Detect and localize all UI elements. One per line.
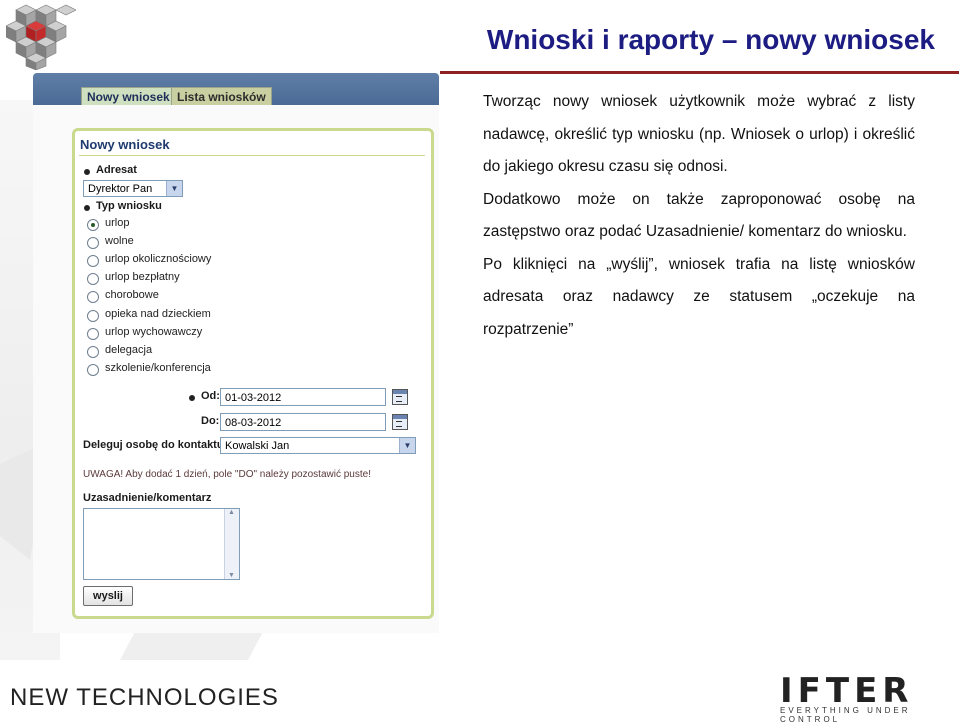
radio-label: szkolenie/konferencja: [105, 362, 211, 374]
bullet-icon: [84, 169, 90, 175]
radio-button[interactable]: [87, 291, 99, 303]
radio-button[interactable]: [87, 310, 99, 322]
heading-divider: [79, 155, 425, 156]
textarea-scrollbar[interactable]: [224, 509, 239, 579]
description-paragraph: Dodatkowo może on także zaproponować oso…: [483, 190, 915, 241]
radio-label: urlop: [105, 217, 130, 229]
radio-label: urlop bezpłatny: [105, 271, 180, 283]
send-button[interactable]: wyslij: [83, 586, 133, 606]
date-from-label: Od:: [201, 390, 220, 402]
request-type-label: Typ wniosku: [96, 200, 162, 212]
radio-label: wolne: [105, 235, 134, 247]
radio-label: opieka nad dzieckiem: [105, 308, 211, 320]
dropdown-arrow-icon[interactable]: ▼: [399, 438, 415, 453]
radio-button[interactable]: [87, 328, 99, 340]
comment-textarea[interactable]: [83, 508, 240, 580]
app-window: Nowy wniosek Lista wniosków Nowy wniosek…: [33, 73, 439, 633]
radio-label: urlop wychowawczy: [105, 326, 203, 338]
ifter-tagline: EVERYTHING UNDER CONTROL: [780, 706, 911, 724]
tab-new-request[interactable]: Nowy wniosek: [81, 87, 176, 106]
comment-label: Uzasadnienie/komentarz: [83, 492, 212, 504]
form-heading: Nowy wniosek: [80, 137, 170, 152]
bullet-icon: [84, 205, 90, 211]
ifter-logo-text: IFTER: [780, 671, 914, 711]
addressee-value: Dyrektor Pan: [88, 183, 153, 195]
description-text: Tworząc nowy wniosek użytkownik może wyb…: [483, 86, 915, 346]
radio-button[interactable]: [87, 273, 99, 285]
ifter-logo: IFTER EVERYTHING UNDER CONTROL: [780, 671, 959, 724]
new-request-form: Nowy wniosek Adresat Dyrektor Pan ▼ Typ …: [72, 128, 434, 619]
cubes-logo: [6, 4, 76, 70]
delegate-label: Deleguj osobę do kontaktu: [83, 439, 224, 451]
calendar-icon[interactable]: [392, 389, 408, 405]
radio-button[interactable]: [87, 237, 99, 249]
addressee-label: Adresat: [96, 164, 137, 176]
addressee-select[interactable]: Dyrektor Pan ▼: [83, 180, 183, 197]
radio-button[interactable]: [87, 364, 99, 376]
radio-button[interactable]: [87, 346, 99, 358]
description-paragraph: Po kliknięci na „wyślij”, wniosek trafia…: [483, 255, 915, 338]
radio-label: delegacja: [105, 344, 153, 356]
tab-request-list[interactable]: Lista wniosków: [171, 87, 272, 106]
title-underline: [440, 71, 959, 74]
delegate-value: Kowalski Jan: [225, 440, 290, 452]
radio-label: urlop okolicznościowy: [105, 253, 212, 265]
slide-title: Wnioski i raporty – nowy wniosek: [486, 24, 935, 55]
radio-label: chorobowe: [105, 289, 159, 301]
radio-button[interactable]: [87, 219, 99, 231]
description-paragraph: Tworząc nowy wniosek użytkownik może wyb…: [483, 93, 915, 175]
bullet-icon: [189, 395, 195, 401]
dropdown-arrow-icon[interactable]: ▼: [166, 181, 182, 196]
delegate-select[interactable]: Kowalski Jan ▼: [220, 437, 416, 454]
date-to-input[interactable]: 08-03-2012: [220, 413, 386, 431]
calendar-icon[interactable]: [392, 414, 408, 430]
footer-brand-text: NEW TECHNOLOGIES: [10, 684, 279, 711]
radio-button[interactable]: [87, 255, 99, 267]
date-to-label: Do:: [201, 415, 220, 427]
warning-message: UWAGA! Aby dodać 1 dzień, pole "DO" nale…: [83, 469, 371, 480]
date-from-input[interactable]: 01-03-2012: [220, 388, 386, 406]
